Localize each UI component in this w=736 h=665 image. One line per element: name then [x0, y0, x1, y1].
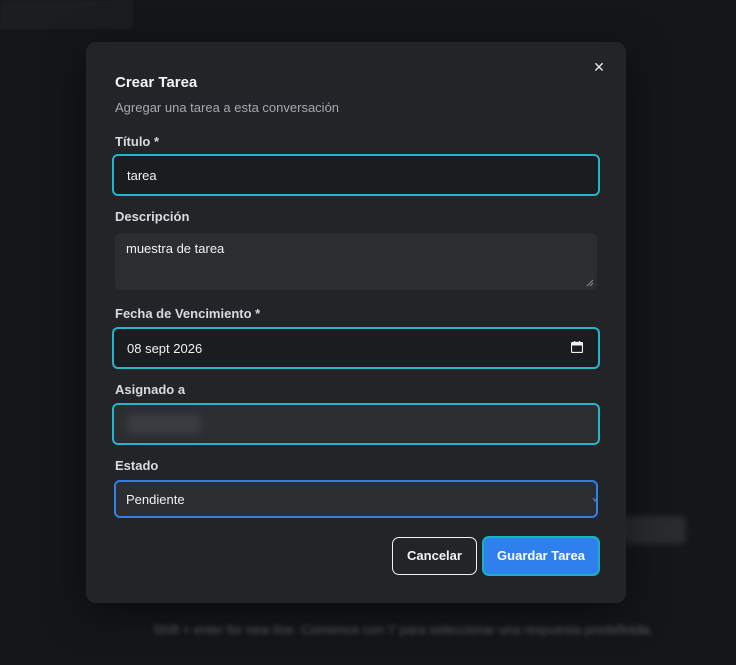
status-label: Estado	[115, 458, 159, 473]
assigned-blurred-value	[127, 414, 201, 434]
title-label: Título *	[115, 134, 160, 149]
composer-hint: Shift + enter for new line. Comience con…	[153, 622, 653, 637]
description-textarea[interactable]: muestra de tarea	[115, 233, 597, 290]
cancel-button[interactable]: Cancelar	[392, 537, 477, 575]
chevron-down-icon	[592, 497, 598, 503]
background-panel	[0, 0, 133, 29]
description-value: muestra de tarea	[126, 241, 225, 256]
save-task-button[interactable]: Guardar Tarea	[482, 536, 600, 576]
description-label: Descripción	[115, 209, 190, 224]
assigned-select[interactable]	[112, 403, 600, 445]
calendar-icon[interactable]	[571, 341, 583, 353]
due-date-label: Fecha de Vencimiento *	[115, 306, 261, 321]
close-icon[interactable]: ✕	[591, 59, 607, 75]
assigned-label: Asignado a	[115, 382, 186, 397]
due-date-input[interactable]: 08 sept 2026	[112, 327, 600, 369]
due-date-value: 08 sept 2026	[127, 341, 203, 356]
dialog-subtitle: Agregar una tarea a esta conversación	[115, 100, 340, 115]
title-input-value: tarea	[127, 168, 157, 183]
title-input[interactable]: tarea	[112, 154, 600, 196]
create-task-dialog: ✕ Crear Tarea Agregar una tarea a esta c…	[86, 42, 626, 603]
status-select[interactable]: Pendiente	[114, 480, 598, 518]
dialog-title: Crear Tarea	[115, 74, 198, 91]
resize-grip-icon[interactable]	[586, 279, 594, 287]
status-value: Pendiente	[126, 492, 185, 507]
